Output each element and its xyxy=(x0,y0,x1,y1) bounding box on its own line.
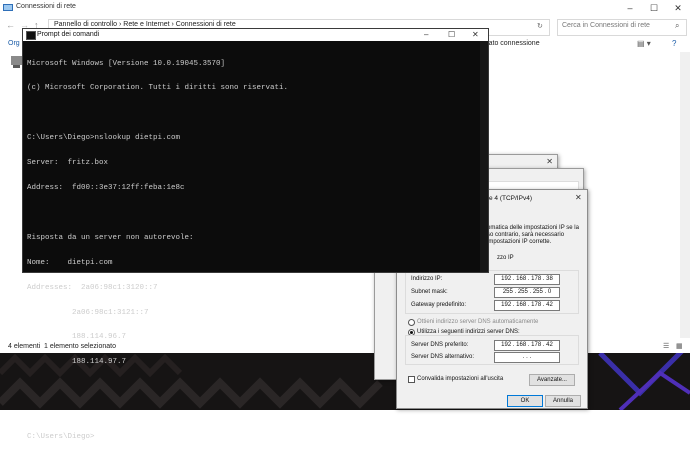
command-prompt-window: Prompt dei comandi – ☐ ✕ Microsoft Windo… xyxy=(22,28,489,441)
cmd-line: Microsoft Windows [Versione 10.0.19045.3… xyxy=(27,59,226,68)
network-folder-icon xyxy=(3,4,13,11)
organize-menu[interactable]: Org xyxy=(8,40,20,47)
advanced-button[interactable]: Avanzate... xyxy=(529,374,575,386)
cmd-line: Nome: dietpi.com xyxy=(27,258,113,267)
search-icon: ⌕ xyxy=(675,21,680,30)
gateway-field[interactable]: 192 . 168 . 178 . 42 xyxy=(494,300,560,311)
explorer-titlebar: Connessioni di rete – ☐ ✕ xyxy=(0,0,690,16)
ok-button[interactable]: OK xyxy=(507,395,543,407)
details-view-icon[interactable]: ☰ xyxy=(663,342,669,350)
maximize-button[interactable]: ☐ xyxy=(642,0,666,16)
cmd-line xyxy=(27,408,482,416)
cmd-maximize-button[interactable]: ☐ xyxy=(448,30,455,39)
cmd-line xyxy=(27,109,482,117)
dialog-close-icon[interactable]: ✕ xyxy=(546,157,553,166)
breadcrumb: Pannello di controllo › Rete e Internet … xyxy=(54,21,236,28)
cancel-button[interactable]: Annulla xyxy=(545,395,581,407)
cmd-line: Address: fd00::3e37:12ff:feba:1e8c xyxy=(27,184,185,193)
cmd-line: Addresses: 2a06:98c1:3120::7 xyxy=(27,283,158,292)
refresh-icon[interactable]: ↻ xyxy=(537,22,543,30)
view-options-icon[interactable]: ▤ ▾ xyxy=(637,39,651,48)
cmd-line xyxy=(27,209,482,217)
auto-ip-option-partial[interactable]: zzo IP xyxy=(497,255,514,261)
intro-line: omatica delle impostazioni IP se la xyxy=(487,225,579,231)
cmd-line: C:\Users\Diego> xyxy=(27,432,95,441)
cmd-line: Risposta da un server non autorevole: xyxy=(27,233,194,242)
cmd-line: 2a06:98c1:3121::7 xyxy=(27,308,149,317)
cmd-line xyxy=(27,383,482,391)
cmd-line: (c) Microsoft Corporation. Tutti i dirit… xyxy=(27,84,289,93)
cmd-output[interactable]: Microsoft Windows [Versione 10.0.19045.3… xyxy=(27,43,482,458)
dns-preferred-field[interactable]: 192 . 168 . 178 . 42 xyxy=(494,340,560,351)
cmd-line: 188.114.96.7 xyxy=(27,333,127,342)
ip-address-field[interactable]: 192 . 168 . 178 . 38 xyxy=(494,274,560,285)
subnet-mask-field[interactable]: 255 . 255 . 255 . 0 xyxy=(494,287,560,298)
cmd-line: 188.114.97.7 xyxy=(27,358,127,367)
cmd-line: Server: fritz.box xyxy=(27,159,109,168)
cmd-icon xyxy=(26,31,36,40)
status-column-header[interactable]: Stato connessione xyxy=(482,40,540,47)
cmd-line: C:\Users\Diego>nslookup dietpi.com xyxy=(27,134,181,143)
search-placeholder: Cerca in Connessioni di rete xyxy=(562,22,650,29)
intro-line: impostazioni IP corrette. xyxy=(487,239,552,245)
ipv4-dialog-title: e 4 (TCP/IPv4) xyxy=(489,195,532,202)
cmd-scrollbar[interactable] xyxy=(480,41,488,272)
cmd-titlebar: Prompt dei comandi – ☐ ✕ xyxy=(23,29,488,41)
cmd-title: Prompt dei comandi xyxy=(37,31,100,38)
minimize-button[interactable]: – xyxy=(618,0,642,16)
explorer-scrollbar[interactable] xyxy=(680,52,690,338)
back-arrow-icon[interactable]: ← xyxy=(6,20,15,30)
tiles-view-icon[interactable]: ▦ xyxy=(676,342,683,350)
ipv4-close-icon[interactable]: ✕ xyxy=(575,193,582,202)
intro-line: so contrario, sarà necessario xyxy=(487,232,565,238)
explorer-title: Connessioni di rete xyxy=(16,3,76,10)
close-button[interactable]: ✕ xyxy=(666,0,690,16)
help-icon[interactable]: ? xyxy=(672,39,676,48)
dns-alternate-field[interactable]: . . . xyxy=(494,352,560,363)
cmd-minimize-button[interactable]: – xyxy=(424,30,428,39)
cmd-close-button[interactable]: ✕ xyxy=(472,30,479,39)
